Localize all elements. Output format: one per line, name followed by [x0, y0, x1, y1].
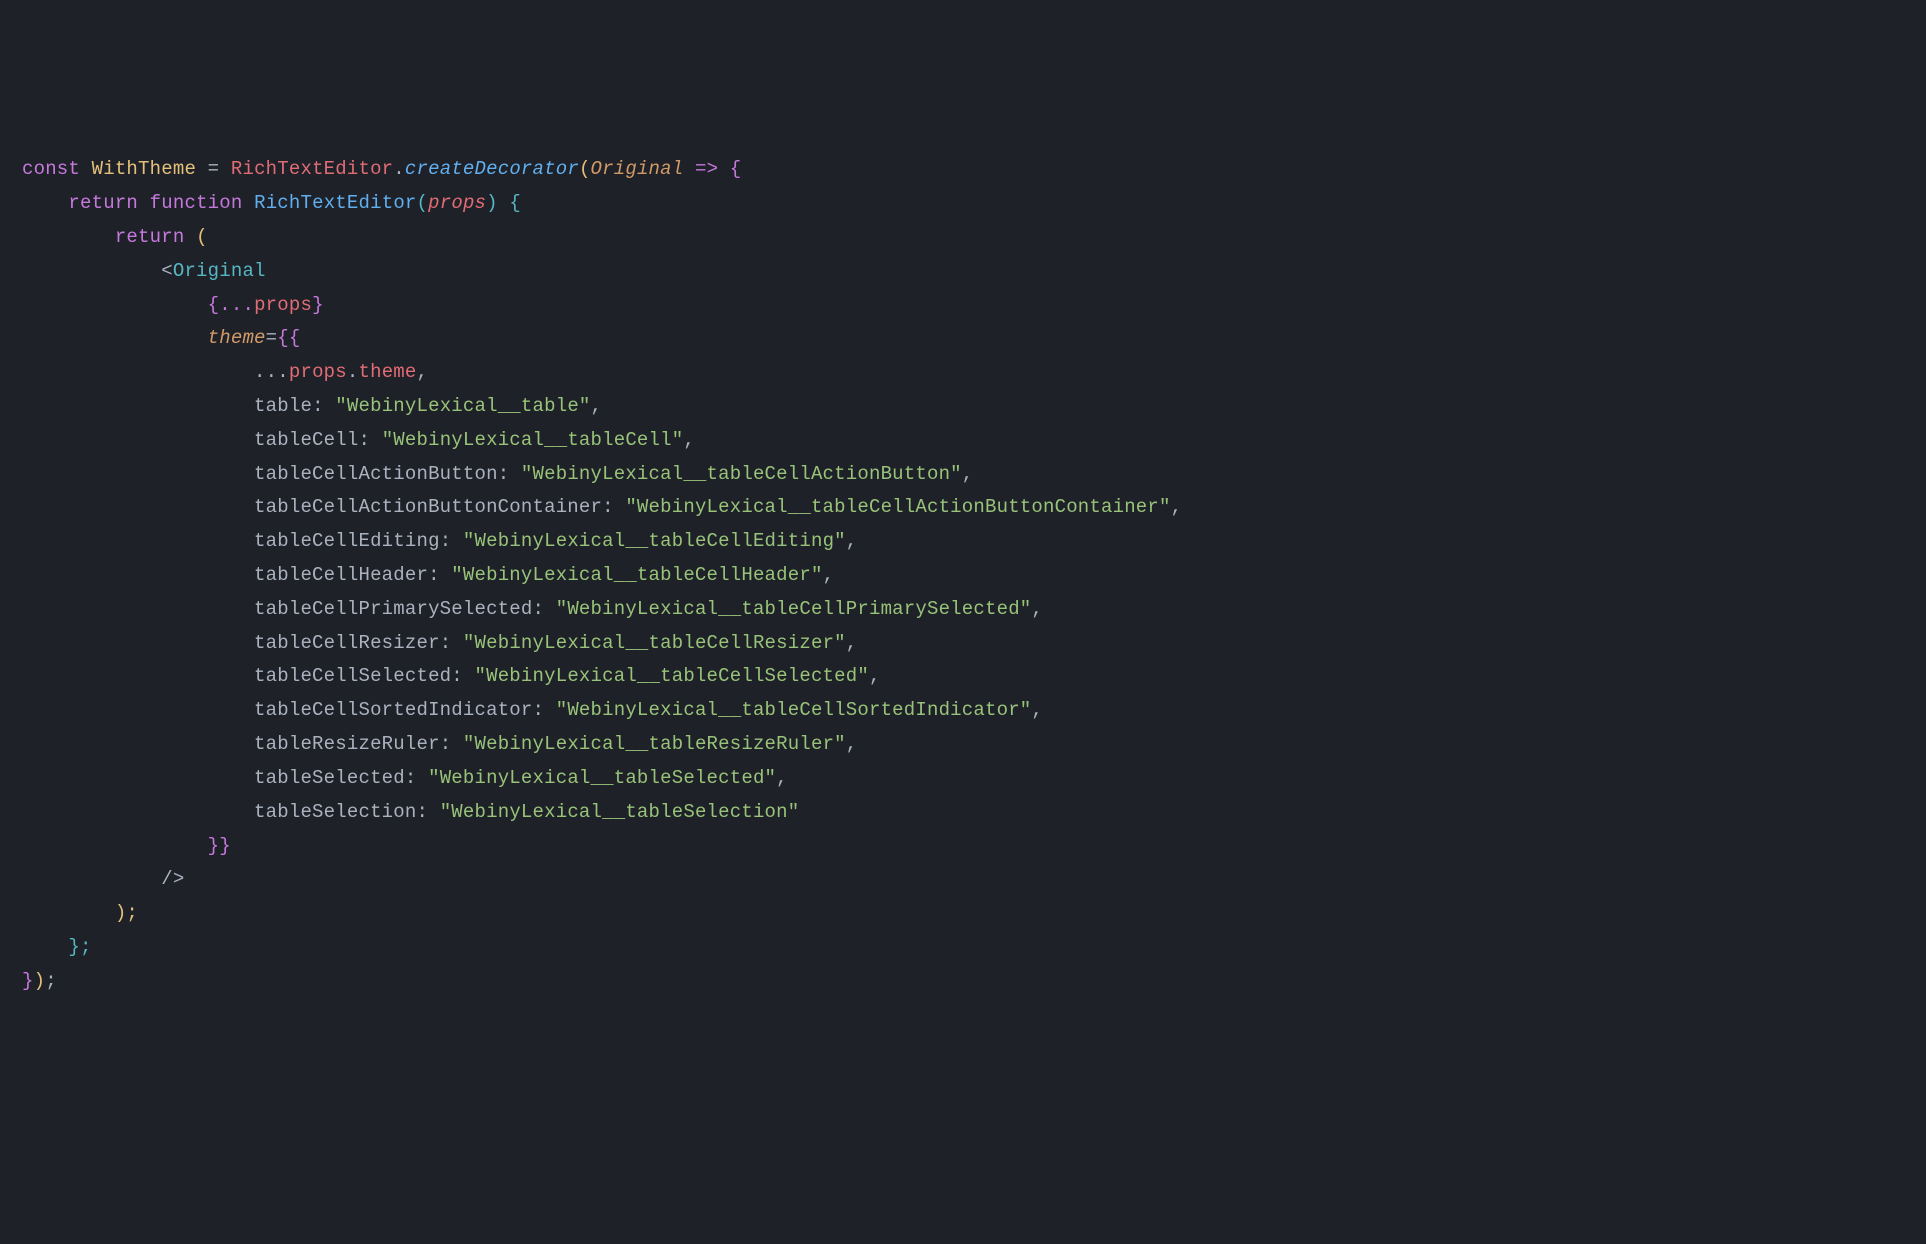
fn-richtexteditor: RichTextEditor [254, 192, 416, 214]
keyword-return: return [115, 226, 185, 248]
keyword-const: const [22, 158, 80, 180]
code-line: }); [22, 970, 57, 992]
theme-prop-key: tableCellResizer [254, 632, 440, 654]
code-line: <Original [22, 260, 266, 282]
theme-prop-value: "WebinyLexical__tableCellActionButtonCon… [625, 496, 1170, 518]
theme-prop-value: "WebinyLexical__tableSelection" [440, 801, 800, 823]
prop-props: props [289, 361, 347, 383]
param-original: Original [591, 158, 684, 180]
jsx-component-original: Original [173, 260, 266, 282]
theme-prop-value: "WebinyLexical__tableCellHeader" [451, 564, 822, 586]
var-withtheme: WithTheme [92, 158, 196, 180]
theme-prop-value: "WebinyLexical__tableCellResizer" [463, 632, 846, 654]
ident-richtexteditor: RichTextEditor [231, 158, 393, 180]
theme-prop-value: "WebinyLexical__tableCellSelected" [475, 665, 869, 687]
theme-prop-value: "WebinyLexical__tableCell" [382, 429, 684, 451]
theme-prop-value: "WebinyLexical__tableCellPrimarySelected… [556, 598, 1032, 620]
code-line: const WithTheme = RichTextEditor.createD… [22, 158, 741, 180]
prop-theme: theme [358, 361, 416, 383]
keyword-function: function [150, 192, 243, 214]
fn-createdecorator: createDecorator [405, 158, 579, 180]
code-line: tableCellActionButtonContainer: "WebinyL… [22, 496, 1182, 518]
theme-prop-key: tableSelected [254, 767, 405, 789]
code-line: tableCellHeader: "WebinyLexical__tableCe… [22, 564, 834, 586]
code-line: return ( [22, 226, 208, 248]
code-line: tableSelection: "WebinyLexical__tableSel… [22, 801, 799, 823]
code-line: tableSelected: "WebinyLexical__tableSele… [22, 767, 788, 789]
theme-prop-value: "WebinyLexical__tableSelected" [428, 767, 776, 789]
code-line: /> [22, 868, 184, 890]
code-line: tableCell: "WebinyLexical__tableCell", [22, 429, 695, 451]
prop-props: props [254, 294, 312, 316]
code-line: tableCellActionButton: "WebinyLexical__t… [22, 463, 973, 485]
code-editor-viewport[interactable]: const WithTheme = RichTextEditor.createD… [22, 153, 1904, 998]
theme-prop-key: tableResizeRuler [254, 733, 440, 755]
attr-theme: theme [208, 327, 266, 349]
code-line: }} [22, 835, 231, 857]
code-line: table: "WebinyLexical__table", [22, 395, 602, 417]
code-line: ); [22, 902, 138, 924]
theme-prop-key: tableCellHeader [254, 564, 428, 586]
keyword-return: return [68, 192, 138, 214]
theme-prop-value: "WebinyLexical__tableCellEditing" [463, 530, 846, 552]
theme-prop-key: tableSelection [254, 801, 416, 823]
theme-prop-value: "WebinyLexical__tableResizeRuler" [463, 733, 846, 755]
code-line: }; [22, 936, 92, 958]
code-line: tableCellSortedIndicator: "WebinyLexical… [22, 699, 1043, 721]
code-line: ...props.theme, [22, 361, 428, 383]
theme-prop-value: "WebinyLexical__tableCellActionButton" [521, 463, 962, 485]
theme-prop-value: "WebinyLexical__table" [335, 395, 590, 417]
jsx-selfclose: /> [161, 868, 184, 890]
theme-prop-key: tableCellActionButtonContainer [254, 496, 602, 518]
theme-prop-key: tableCellSortedIndicator [254, 699, 532, 721]
code-line: tableCellResizer: "WebinyLexical__tableC… [22, 632, 857, 654]
theme-prop-key: tableCellActionButton [254, 463, 498, 485]
code-line: return function RichTextEditor(props) { [22, 192, 521, 214]
code-line: theme={{ [22, 327, 300, 349]
code-line: {...props} [22, 294, 324, 316]
theme-prop-key: table [254, 395, 312, 417]
code-line: tableCellEditing: "WebinyLexical__tableC… [22, 530, 857, 552]
theme-prop-key: tableCellSelected [254, 665, 451, 687]
code-line: tableResizeRuler: "WebinyLexical__tableR… [22, 733, 857, 755]
param-props: props [428, 192, 486, 214]
code-line: tableCellSelected: "WebinyLexical__table… [22, 665, 881, 687]
code-line: tableCellPrimarySelected: "WebinyLexical… [22, 598, 1043, 620]
theme-prop-key: tableCell [254, 429, 358, 451]
theme-prop-key: tableCellEditing [254, 530, 440, 552]
theme-prop-key: tableCellPrimarySelected [254, 598, 532, 620]
theme-prop-value: "WebinyLexical__tableCellSortedIndicator… [556, 699, 1032, 721]
